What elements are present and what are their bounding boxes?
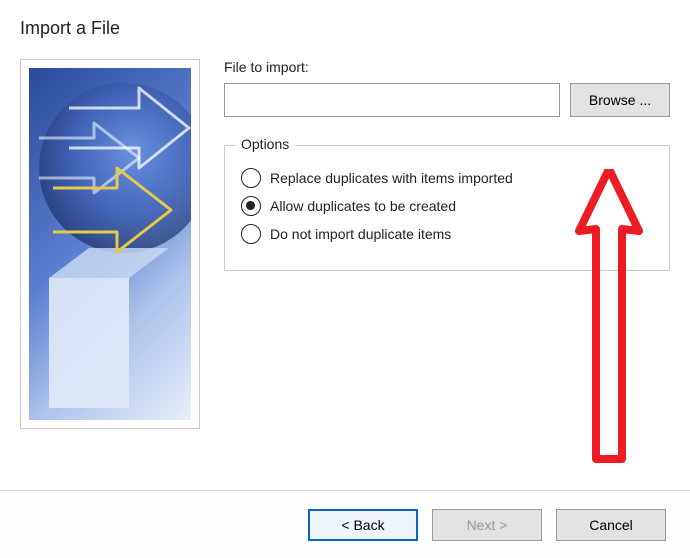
- dialog-footer: < Back Next > Cancel: [0, 490, 690, 558]
- browse-button[interactable]: Browse ...: [570, 83, 670, 117]
- file-path-input[interactable]: [224, 83, 560, 117]
- main-panel: File to import: Browse ... Options Repla…: [224, 59, 670, 480]
- radio-allow-duplicates[interactable]: Allow duplicates to be created: [241, 196, 653, 216]
- wizard-graphic: [20, 59, 200, 429]
- import-file-dialog: Import a File: [0, 0, 690, 558]
- radio-do-not-import-duplicates[interactable]: Do not import duplicate items: [241, 224, 653, 244]
- dialog-content: File to import: Browse ... Options Repla…: [0, 49, 690, 490]
- file-to-import-label: File to import:: [224, 59, 670, 75]
- file-row: Browse ...: [224, 83, 670, 117]
- radio-icon: [241, 168, 261, 188]
- radio-label: Allow duplicates to be created: [270, 198, 456, 214]
- radio-icon: [241, 224, 261, 244]
- radio-label: Do not import duplicate items: [270, 226, 451, 242]
- radio-replace-duplicates[interactable]: Replace duplicates with items imported: [241, 168, 653, 188]
- back-button[interactable]: < Back: [308, 509, 418, 541]
- radio-label: Replace duplicates with items imported: [270, 170, 513, 186]
- radio-icon: [241, 196, 261, 216]
- options-group: Options Replace duplicates with items im…: [224, 145, 670, 271]
- cancel-button[interactable]: Cancel: [556, 509, 666, 541]
- options-legend: Options: [235, 136, 295, 152]
- next-button: Next >: [432, 509, 542, 541]
- dialog-title: Import a File: [0, 0, 690, 49]
